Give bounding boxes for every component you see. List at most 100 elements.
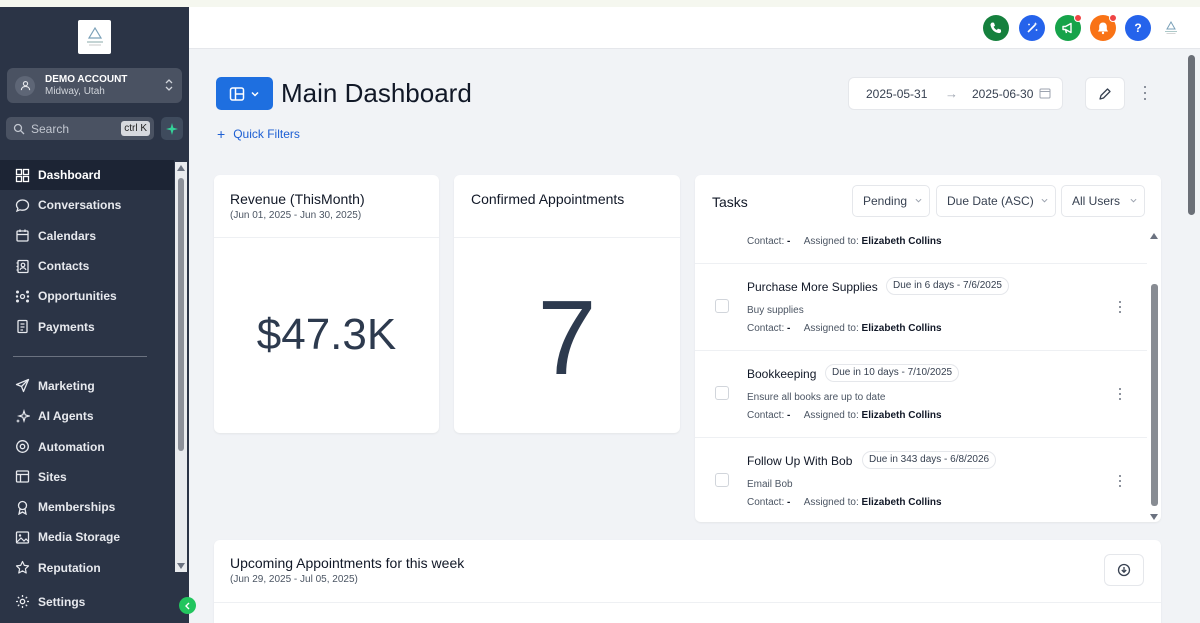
scroll-up-arrow[interactable]: [177, 165, 185, 171]
revenue-value: $47.3K: [256, 310, 397, 359]
date-range-picker[interactable]: 2025-05-31 → 2025-06-30: [848, 77, 1063, 110]
megaphone-icon: [1062, 22, 1072, 34]
sparkle-icon: [15, 408, 30, 424]
sidebar-item-label: AI Agents: [38, 409, 94, 424]
assigned-label: Assigned to:: [803, 236, 859, 247]
scroll-thumb[interactable]: [1151, 284, 1158, 506]
scroll-down-arrow[interactable]: [1150, 514, 1158, 520]
contact-value: -: [787, 236, 791, 247]
task-list: Contact: - Assigned to: Elizabeth Collin…: [695, 229, 1147, 522]
sidebar-item-contacts[interactable]: Contacts: [0, 251, 174, 281]
contact-label: Contact:: [747, 497, 785, 508]
search-placeholder: Search: [31, 121, 70, 136]
contacts-icon: [15, 259, 30, 274]
task-checkbox[interactable]: [715, 299, 729, 313]
automation-icon: [15, 439, 30, 454]
end-date: 2025-06-30: [972, 87, 1034, 101]
contact-label: Contact:: [747, 323, 785, 334]
more-options-icon[interactable]: [1118, 301, 1122, 313]
sidebar-item-label: Memberships: [38, 500, 116, 515]
search-icon: [13, 123, 25, 134]
account-location: Midway, Utah: [45, 85, 105, 97]
sidebar-item-dashboard[interactable]: Dashboard: [0, 160, 174, 191]
task-row[interactable]: Bookkeeping Due in 10 days - 7/10/2025 E…: [695, 351, 1147, 438]
sidebar-nav: Dashboard Conversations Calendars Contac…: [0, 160, 174, 583]
user-icon: [15, 75, 35, 96]
sidebar-item-marketing[interactable]: Marketing: [0, 371, 174, 401]
download-button[interactable]: [1104, 554, 1144, 586]
account-switcher[interactable]: DEMO ACCOUNT Midway, Utah: [7, 68, 182, 103]
sidebar-item-opportunities[interactable]: Opportunities: [0, 281, 174, 311]
search-input[interactable]: Search ctrl K: [6, 117, 154, 140]
sidebar-item-sites[interactable]: Sites: [0, 462, 174, 492]
sidebar-item-label: Media Storage: [38, 530, 121, 545]
notifications-button[interactable]: [1090, 14, 1117, 41]
pencil-icon: [1099, 87, 1111, 100]
sidebar-item-automation[interactable]: Automation: [0, 431, 174, 461]
phone-button[interactable]: [983, 15, 1009, 41]
more-options-icon[interactable]: [1139, 84, 1151, 102]
calendar-icon: [15, 228, 30, 243]
assigned-value: Elizabeth Collins: [861, 410, 942, 421]
sidebar-item-reputation[interactable]: Reputation: [0, 553, 174, 583]
scroll-thumb[interactable]: [178, 178, 184, 451]
status-filter[interactable]: Pending: [852, 185, 930, 217]
sidebar-item-settings[interactable]: Settings: [15, 594, 85, 609]
sidebar-item-ai-agents[interactable]: AI Agents: [0, 401, 174, 431]
task-row[interactable]: Purchase More Supplies Due in 6 days - 7…: [695, 264, 1147, 351]
more-options-icon[interactable]: [1118, 475, 1122, 487]
quick-filters-button[interactable]: + Quick Filters: [217, 126, 300, 142]
chevron-down-icon: [915, 198, 922, 203]
sidebar-item-label: Payments: [38, 319, 95, 334]
sidebar-item-label: Opportunities: [38, 289, 117, 304]
task-row[interactable]: Follow Up With Bob Due in 343 days - 6/8…: [695, 438, 1147, 522]
sidebar-item-label: Marketing: [38, 378, 95, 393]
tasks-scrollbar[interactable]: [1148, 229, 1160, 522]
sidebar-item-conversations[interactable]: Conversations: [0, 190, 174, 220]
bell-icon: [1098, 22, 1108, 35]
payments-icon: [15, 319, 30, 334]
help-icon: ?: [1134, 21, 1141, 35]
gear-icon: [16, 595, 29, 608]
assigned-value: Elizabeth Collins: [861, 497, 942, 508]
layout-switcher-button[interactable]: [216, 77, 273, 110]
task-title: Bookkeeping: [747, 367, 817, 381]
users-filter[interactable]: All Users: [1061, 185, 1145, 217]
upcoming-appointments-card: Upcoming Appointments for this week (Jun…: [214, 540, 1161, 623]
company-logo[interactable]: [78, 20, 111, 54]
chevron-down-icon: [251, 91, 259, 97]
contact-label: Contact:: [747, 236, 785, 247]
main-scrollbar-thumb[interactable]: [1188, 55, 1195, 215]
dashboard-icon: [15, 168, 30, 183]
contact-label: Contact:: [747, 410, 785, 421]
task-title: Follow Up With Bob: [747, 454, 853, 468]
download-icon: [1117, 563, 1131, 577]
help-button[interactable]: ?: [1125, 15, 1151, 41]
due-badge: Due in 343 days - 6/8/2026: [862, 451, 997, 469]
chevron-updown-icon: [165, 79, 173, 91]
magic-button[interactable]: [1019, 15, 1045, 41]
collapse-sidebar-button[interactable]: [179, 597, 196, 614]
sidebar-item-memberships[interactable]: Memberships: [0, 492, 174, 522]
scroll-up-arrow[interactable]: [1150, 233, 1158, 239]
scroll-down-arrow[interactable]: [177, 563, 185, 569]
sidebar-scrollbar[interactable]: [175, 162, 187, 572]
task-description: Ensure all books are up to date: [747, 392, 886, 403]
task-checkbox[interactable]: [715, 386, 729, 400]
more-options-icon[interactable]: [1118, 388, 1122, 400]
chat-icon: [15, 198, 30, 213]
sort-filter[interactable]: Due Date (ASC): [936, 185, 1056, 217]
profile-avatar[interactable]: [1158, 15, 1184, 41]
settings-label: Settings: [38, 594, 86, 609]
announcements-button[interactable]: [1055, 14, 1082, 41]
sidebar-item-media-storage[interactable]: Media Storage: [0, 522, 174, 552]
ai-sparkle-button[interactable]: [161, 117, 183, 140]
task-row-partial[interactable]: Contact: - Assigned to: Elizabeth Collin…: [695, 229, 1147, 264]
edit-dashboard-button[interactable]: [1085, 77, 1125, 110]
quick-filters-label: Quick Filters: [233, 127, 300, 141]
sidebar-item-payments[interactable]: Payments: [0, 311, 174, 341]
task-description: Buy supplies: [747, 305, 804, 316]
sidebar-item-calendars[interactable]: Calendars: [0, 221, 174, 251]
task-checkbox[interactable]: [715, 473, 729, 487]
confirmed-value: 7: [537, 279, 597, 397]
